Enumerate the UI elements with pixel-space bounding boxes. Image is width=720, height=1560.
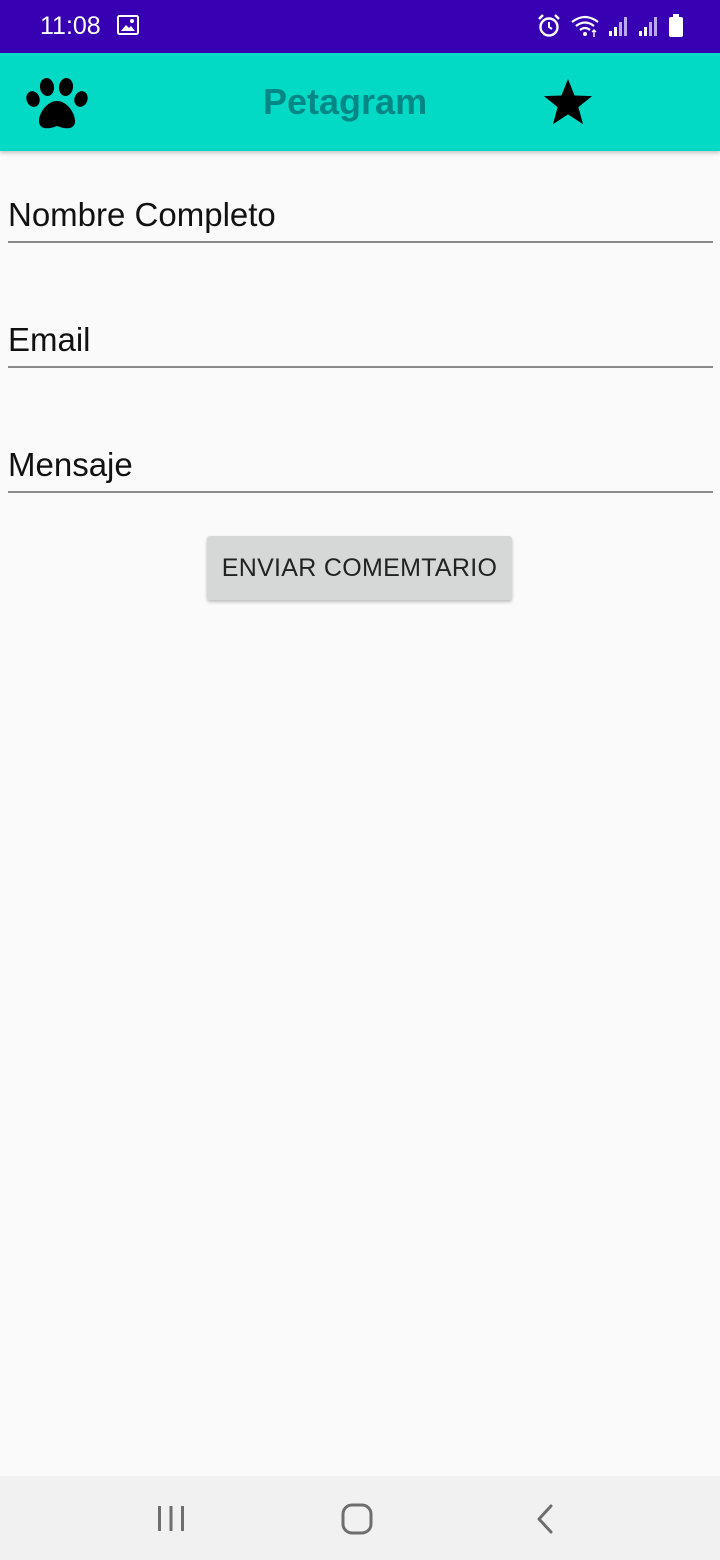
star-icon[interactable] [541, 75, 595, 129]
paw-icon[interactable] [25, 77, 91, 131]
email-input[interactable] [8, 320, 713, 360]
navigation-bar [0, 1476, 720, 1560]
email-field[interactable] [8, 302, 713, 368]
name-input[interactable] [8, 195, 713, 235]
message-field[interactable] [8, 427, 713, 493]
signal-icon [639, 17, 657, 36]
recent-apps-icon[interactable] [156, 1505, 186, 1532]
home-icon[interactable] [341, 1503, 373, 1535]
image-icon [117, 15, 139, 35]
message-input[interactable] [8, 445, 713, 485]
app-bar: Petagram [0, 53, 720, 151]
wifi-icon [571, 15, 599, 37]
battery-icon [669, 14, 683, 37]
status-icons [536, 12, 684, 40]
app-title: Petagram [263, 81, 428, 122]
status-bar: 11:08 [0, 0, 720, 53]
back-icon[interactable] [535, 1503, 555, 1535]
send-comment-button[interactable]: ENVIAR COMEMTARIO [207, 536, 512, 600]
signal-icon [609, 17, 627, 36]
alarm-icon [538, 14, 560, 37]
name-field[interactable] [8, 177, 713, 243]
status-time: 11:08 [40, 12, 101, 40]
